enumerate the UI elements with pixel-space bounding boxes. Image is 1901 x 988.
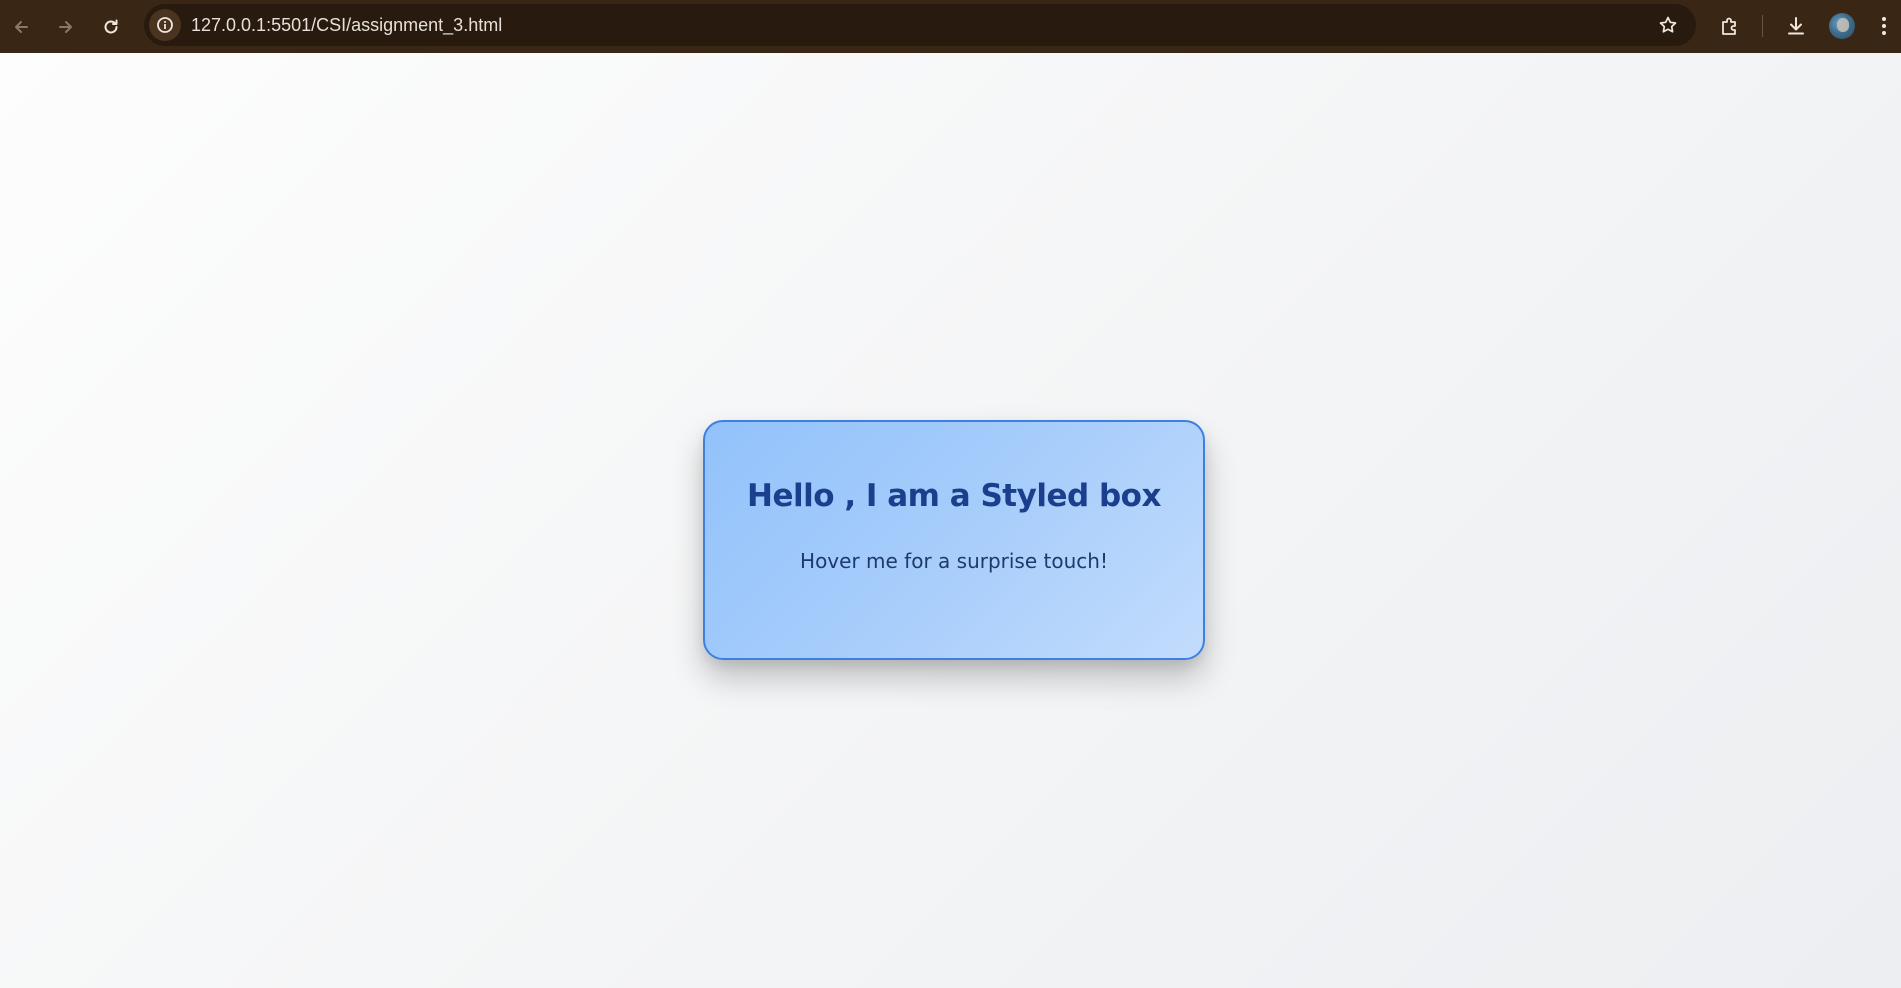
profile-button[interactable] — [1823, 7, 1861, 45]
forward-button[interactable] — [47, 8, 85, 46]
browser-toolbar: 127.0.0.1:5501/CSI/assignment_3.html — [0, 0, 1901, 53]
box-text: Hover me for a surprise touch! — [800, 549, 1108, 573]
star-icon — [1659, 16, 1677, 33]
reload-button[interactable] — [92, 8, 130, 46]
address-bar[interactable]: 127.0.0.1:5501/CSI/assignment_3.html — [144, 4, 1696, 46]
bookmark-button[interactable] — [1652, 9, 1684, 41]
toolbar-divider — [1762, 15, 1763, 37]
box-title: Hello , I am a Styled box — [747, 478, 1161, 514]
downloads-button[interactable] — [1777, 7, 1815, 45]
browser-menu-button[interactable] — [1865, 7, 1901, 45]
site-info-button[interactable] — [149, 9, 181, 41]
forward-arrow-icon — [59, 21, 72, 33]
download-icon — [1788, 17, 1804, 35]
puzzle-icon — [1722, 17, 1736, 35]
back-arrow-icon — [15, 21, 28, 33]
reload-icon — [104, 19, 118, 34]
page-viewport: Hello , I am a Styled box Hover me for a… — [0, 53, 1901, 988]
back-button[interactable] — [2, 8, 40, 46]
avatar — [1829, 13, 1855, 39]
styled-box[interactable]: Hello , I am a Styled box Hover me for a… — [703, 420, 1205, 660]
url-text[interactable]: 127.0.0.1:5501/CSI/assignment_3.html — [191, 4, 502, 46]
extensions-button[interactable] — [1711, 7, 1749, 45]
kebab-menu-icon — [1882, 17, 1886, 35]
info-icon — [157, 17, 173, 33]
